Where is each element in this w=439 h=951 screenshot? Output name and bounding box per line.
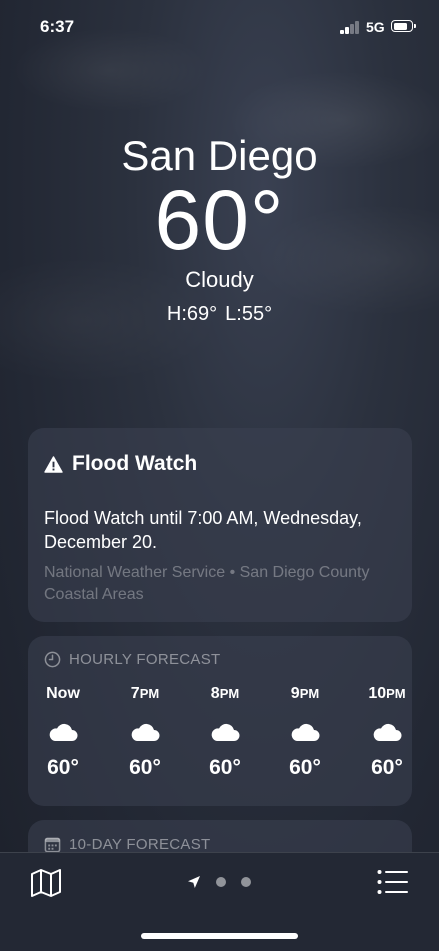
cloud-icon <box>49 723 78 741</box>
severe-weather-card[interactable]: Flood Watch Flood Watch until 7:00 AM, W… <box>28 428 412 622</box>
bottom-toolbar <box>0 852 439 951</box>
high-low: H:69° L:55° <box>0 300 439 328</box>
cloud-icon <box>291 723 320 741</box>
hour-suffix: PM <box>386 686 406 701</box>
calendar-icon <box>44 837 61 853</box>
page-dot[interactable] <box>241 877 251 887</box>
hour-suffix: PM <box>219 686 240 701</box>
tenday-header: 10-DAY FORECAST <box>44 836 210 853</box>
hour-item: 8PM 60° <box>195 682 255 782</box>
page-dot[interactable] <box>216 877 226 887</box>
high-temp: H:69° <box>166 303 218 325</box>
hour-temp: 60° <box>47 756 79 779</box>
low-temp: L:55° <box>225 303 273 325</box>
tenday-header-label: 10-DAY FORECAST <box>69 836 211 853</box>
hour-time: Now <box>46 685 80 702</box>
status-time: 6:37 <box>40 17 75 36</box>
hour-temp: 60° <box>289 756 321 779</box>
alert-body: Flood Watch until 7:00 AM, Wednesday, De… <box>44 508 362 552</box>
hour-item: 7PM 60° <box>115 682 175 782</box>
home-indicator[interactable] <box>141 933 298 939</box>
clock-icon <box>44 651 61 668</box>
hour-suffix: PM <box>299 686 320 701</box>
hourly-list[interactable]: Now 60° 7PM 60° 8PM 60° 9PM 60° 10PM 60° <box>28 682 412 792</box>
alert-source: National Weather Service • San Diego Cou… <box>44 564 370 603</box>
hour-time: 7 <box>130 685 140 702</box>
location-arrow-icon[interactable] <box>187 875 201 889</box>
alert-title: Flood Watch <box>72 452 198 475</box>
network-type: 5G <box>366 19 385 35</box>
hour-item: 10PM 60° <box>357 682 417 782</box>
cloud-icon <box>373 723 402 741</box>
battery-icon <box>391 20 416 32</box>
hour-temp: 60° <box>209 756 241 779</box>
condition-text: Cloudy <box>185 267 254 292</box>
hour-item: 9PM 60° <box>275 682 335 782</box>
hour-time: 9 <box>290 685 300 702</box>
hour-time: 10 <box>368 685 387 702</box>
warning-triangle-icon <box>44 455 63 473</box>
list-icon[interactable] <box>377 869 408 895</box>
cloud-icon <box>131 723 160 741</box>
hourly-header-label: HOURLY FORECAST <box>69 651 221 668</box>
map-icon[interactable] <box>30 868 62 898</box>
cloud-icon <box>211 723 240 741</box>
signal-strength-icon <box>340 21 360 34</box>
status-bar: 6:37 5G <box>0 0 439 54</box>
hourly-forecast-card[interactable]: HOURLY FORECAST Now 60° 7PM 60° 8PM 60° … <box>28 636 412 806</box>
hour-item: Now 60° <box>33 682 93 782</box>
hour-temp: 60° <box>129 756 161 779</box>
current-temperature: 60° <box>154 173 285 267</box>
alert-header: Flood Watch <box>44 452 197 476</box>
hour-temp: 60° <box>371 756 403 779</box>
hour-suffix: PM <box>139 686 160 701</box>
hour-time: 8 <box>210 685 220 702</box>
current-conditions: San Diego 60° Cloudy H:69° L:55° <box>0 130 439 328</box>
hourly-header: HOURLY FORECAST <box>44 651 220 668</box>
